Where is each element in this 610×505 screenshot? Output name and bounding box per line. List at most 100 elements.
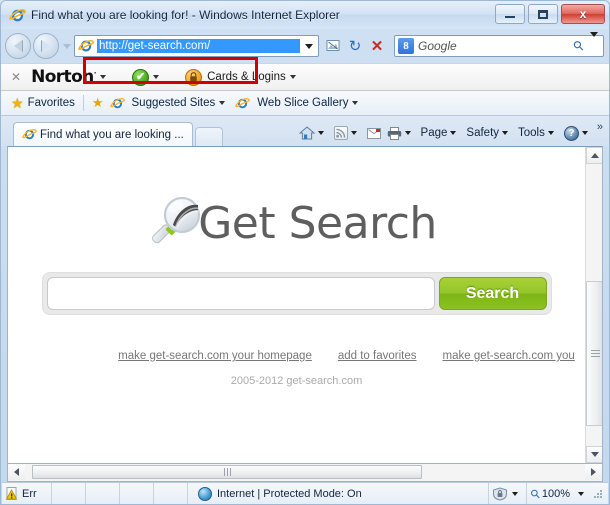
home-icon [298,126,315,140]
stop-button[interactable]: ✕ [366,35,388,57]
command-bar-overflow-icon[interactable]: » [597,121,603,133]
norton-status-chevron-down-icon[interactable] [153,75,160,79]
zoom-level: 100% [541,487,570,500]
link-make-homepage[interactable]: make get-search.com your homepage [118,350,312,362]
feeds-icon [333,126,348,140]
address-action-buttons: ↻ ✕ [322,35,388,57]
favorites-item-web-slice-gallery[interactable]: Web Slice Gallery [257,97,348,109]
favorites-item-suggested-sites[interactable]: Suggested Sites [132,97,216,109]
close-icon: x [579,7,587,21]
site-search-form: Search [41,272,552,315]
vertical-scrollbar[interactable] [585,147,602,463]
print-button[interactable] [384,122,418,144]
compatibility-view-button[interactable] [322,35,344,57]
star-icon[interactable]: ★ [11,95,24,112]
vertical-scrollbar-thumb[interactable] [586,281,602,426]
safety-menu-label: Safety [466,127,500,139]
scroll-down-button[interactable] [586,446,602,463]
add-to-favorites-icon[interactable]: ★ [92,95,104,111]
scroll-right-button[interactable] [585,464,602,480]
window-title: Find what you are looking for! - Windows… [31,8,340,22]
internet-explorer-icon [9,7,26,24]
maximize-button[interactable] [528,4,558,24]
new-tab-button[interactable] [194,127,223,146]
feeds-button[interactable] [331,122,364,144]
link-add-to-favorites[interactable]: add to favorites [338,350,417,362]
home-button[interactable] [296,122,331,144]
tools-menu-button[interactable]: Tools [515,122,561,144]
feeds-chevron-down-icon[interactable] [350,131,357,135]
search-button[interactable]: Search [438,277,547,310]
favorites-button-label[interactable]: Favorites [28,97,75,109]
stop-icon: ✕ [370,37,384,55]
maximize-icon [538,9,548,19]
suggested-sites-chevron-down-icon[interactable] [219,101,226,105]
web-slice-gallery-chevron-down-icon[interactable] [352,101,359,105]
privacy-report-icon [493,486,509,501]
google-icon: 8 [398,38,414,54]
refresh-button[interactable]: ↻ [344,35,366,57]
zoom-control[interactable]: ⚲ 100% [527,483,608,505]
horizontal-scrollbar-thumb[interactable] [32,465,422,479]
triangle-left-icon [14,468,19,476]
address-input[interactable]: http://get-search.com/ [97,39,300,53]
page-chevron-down-icon [450,131,457,135]
safety-menu-button[interactable]: Safety [463,122,515,144]
privacy-report-button[interactable] [489,482,528,504]
safety-chevron-down-icon [502,131,509,135]
print-chevron-down-icon[interactable] [404,131,411,135]
orange-lock-icon[interactable] [185,68,203,86]
page-viewport: Get Search Search make get-search.com yo… [7,146,603,464]
page-error-indicator[interactable]: Err [2,482,52,504]
home-chevron-down-icon[interactable] [317,131,324,135]
tab-active[interactable]: Find what you are looking ... [13,122,193,146]
chevron-down-icon [305,43,313,49]
address-internet-explorer-icon [78,38,94,54]
green-check-icon[interactable]: ✔ [132,68,150,86]
minimize-button[interactable] [495,4,525,24]
read-mail-button[interactable] [364,122,384,144]
compatibility-view-icon [326,39,340,53]
tools-chevron-down-icon [547,131,554,135]
status-cell-blank-4 [154,482,188,504]
browser-search-input[interactable]: Google [418,39,574,53]
search-input[interactable] [46,277,435,310]
zoom-chevron-down-icon[interactable] [578,491,584,496]
close-button[interactable]: x [561,4,605,24]
recent-pages-chevron-down-icon[interactable] [63,43,71,49]
norton-toolbar: ✕ Norton· ✔ Cards & Logins [1,63,609,91]
norton-menu-chevron-down-icon[interactable] [100,75,107,79]
search-engine-chevron-down-icon[interactable] [590,32,598,55]
forward-button[interactable] [33,33,59,59]
back-button[interactable] [5,33,31,59]
resize-grip-icon[interactable] [592,488,604,500]
web-page-content: Get Search Search make get-search.com yo… [8,147,585,463]
security-zone-indicator[interactable]: Internet | Protected Mode: On [188,482,490,504]
cards-and-logins-label[interactable]: Cards & Logins [207,71,286,83]
cards-and-logins-chevron-down-icon[interactable] [289,75,296,79]
help-menu-button[interactable]: ? [561,122,595,144]
web-slice-gallery-internet-explorer-icon [235,96,251,111]
page-menu-button[interactable]: Page [418,122,464,144]
tab-title: Find what you are looking ... [40,128,184,141]
title-bar: Find what you are looking for! - Windows… [1,1,609,29]
page-error-text: Err [22,487,37,500]
status-cell-blank-2 [86,482,120,504]
triangle-right-icon [591,468,596,476]
mail-icon [366,127,381,139]
scroll-up-button[interactable] [586,147,602,164]
browser-search-box[interactable]: 8 Google ⚲ [394,32,604,57]
address-bar[interactable]: http://get-search.com/ [74,35,319,57]
status-cell-blank-3 [120,482,154,504]
norton-close-icon[interactable]: ✕ [11,70,21,84]
horizontal-scrollbar[interactable] [7,464,603,482]
site-links: make get-search.com your homepage add to… [8,350,585,362]
forward-arrow-icon [42,40,50,52]
link-make-get-search-truncated[interactable]: make get-search.com you [443,350,575,362]
scroll-left-button[interactable] [8,464,25,480]
internet-zone-icon [198,486,212,501]
status-bar: Err Internet | Protected Mode: On ⚲ 100% [2,482,608,504]
privacy-chevron-down-icon[interactable] [512,491,519,496]
address-dropdown-button[interactable] [300,36,318,56]
help-chevron-down-icon [581,131,588,135]
